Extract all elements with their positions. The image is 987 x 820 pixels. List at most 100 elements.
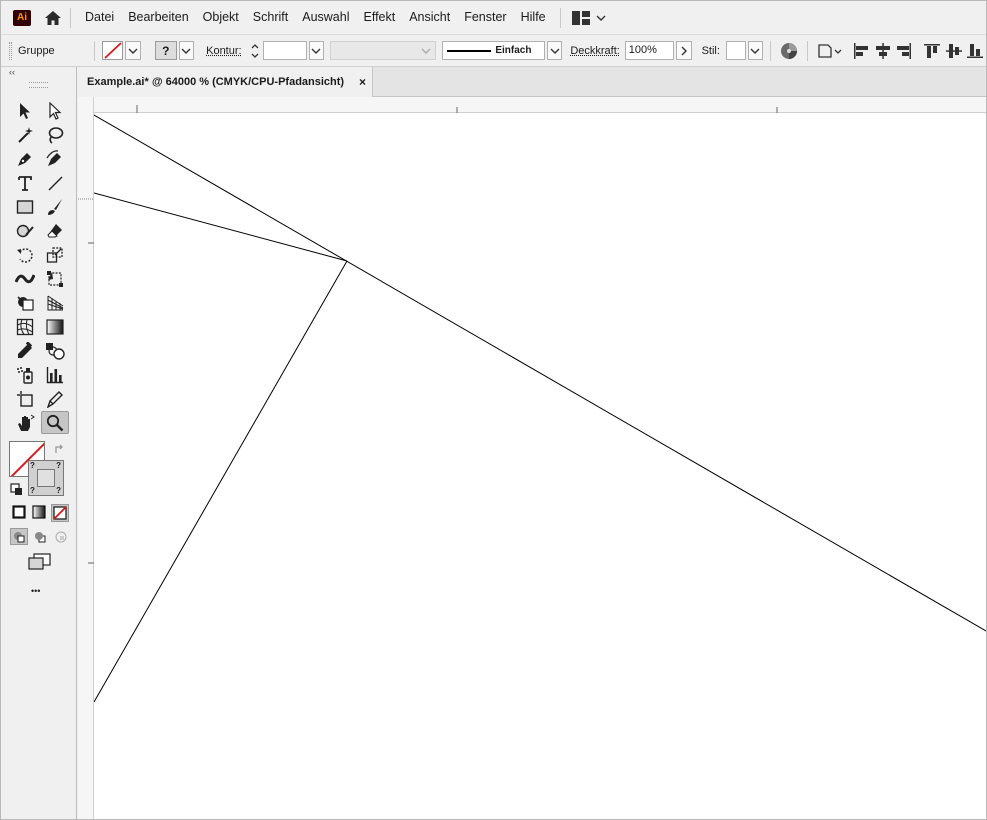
symbol-sprayer-tool-icon[interactable] (11, 363, 39, 386)
none-color-icon (104, 42, 122, 59)
menu-bearbeiten[interactable]: Bearbeiten (121, 1, 195, 34)
rotate-tool-icon[interactable] (11, 243, 39, 266)
fill-swatch[interactable] (101, 41, 124, 60)
illustrator-window: Ai Datei Bearbeiten Objekt Schrift Auswa… (0, 0, 987, 820)
align-top-icon[interactable] (921, 40, 943, 62)
menu-hilfe[interactable]: Hilfe (514, 1, 553, 34)
column-graph-tool-icon[interactable] (41, 363, 69, 386)
artboard-tool-icon[interactable] (11, 387, 39, 410)
selection-tool-icon[interactable] (11, 99, 39, 122)
paintbrush-tool-icon[interactable] (41, 195, 69, 218)
menu-datei[interactable]: Datei (78, 1, 121, 34)
rectangle-tool-icon[interactable] (11, 195, 39, 218)
path-segment[interactable] (94, 260, 348, 703)
opacity-label[interactable]: Deckkraft: (570, 45, 620, 57)
menu-schrift[interactable]: Schrift (246, 1, 295, 34)
draw-behind-icon[interactable] (31, 528, 49, 545)
pen-tool-icon[interactable] (11, 147, 39, 170)
menu-separator (70, 7, 71, 28)
draw-mode-row (10, 528, 70, 545)
brush-definition-label: Einfach (495, 45, 532, 56)
perspective-grid-tool-icon[interactable] (41, 291, 69, 314)
direct-selection-tool-icon[interactable] (41, 99, 69, 122)
document-tab[interactable]: Example.ai* @ 64000 % (CMYK/CPU-Pfadansi… (78, 67, 373, 97)
curvature-tool-icon[interactable] (41, 147, 69, 170)
tools-panel: ‹‹ ? ? ? ? ••• (1, 67, 77, 819)
opacity-flyout[interactable] (676, 41, 692, 60)
menu-auswahl[interactable]: Auswahl (295, 1, 356, 34)
magic-wand-tool-icon[interactable] (11, 123, 39, 146)
eraser-tool-icon[interactable] (41, 219, 69, 242)
workspace-layout-icon (571, 10, 590, 25)
draw-normal-icon[interactable] (10, 528, 28, 545)
align-left-icon[interactable] (850, 40, 872, 62)
fill-stroke-widget: ? ? ? ? (9, 441, 69, 501)
color-mode-button[interactable] (11, 504, 27, 520)
home-icon[interactable] (43, 9, 63, 27)
align-bottom-icon[interactable] (964, 40, 986, 62)
stroke-weight-dropdown[interactable] (308, 41, 325, 60)
stroke-weight-stepper[interactable] (247, 41, 263, 60)
vertical-ruler[interactable] (78, 97, 94, 819)
toolbox-grip[interactable] (29, 82, 48, 88)
draw-inside-icon[interactable] (52, 528, 70, 545)
menu-fenster[interactable]: Fenster (457, 1, 513, 34)
document-tab-title: Example.ai* @ 64000 % (CMYK/CPU-Pfadansi… (87, 76, 345, 88)
stroke-color-box[interactable]: ? ? ? ? (28, 460, 64, 496)
workspace-switcher[interactable] (571, 10, 606, 25)
align-horizontal-center-icon[interactable] (872, 40, 894, 62)
stroke-dropdown[interactable] (178, 41, 195, 60)
stroke-swatch[interactable]: ? (154, 41, 177, 60)
mesh-tool-icon[interactable] (11, 315, 39, 338)
edit-toolbar-button[interactable]: ••• (31, 586, 40, 596)
close-tab-icon[interactable]: × (359, 75, 366, 89)
shape-builder-tool-icon[interactable] (11, 291, 39, 314)
menu-objekt[interactable]: Objekt (196, 1, 246, 34)
fill-dropdown[interactable] (125, 41, 142, 60)
free-transform-tool-icon[interactable] (41, 267, 69, 290)
brush-definition[interactable]: Einfach (442, 41, 545, 60)
stroke-label[interactable]: Kontur: (206, 45, 241, 57)
document-tab-bar: Example.ai* @ 64000 % (CMYK/CPU-Pfadansi… (78, 67, 986, 97)
eyedropper-tool-icon[interactable] (11, 339, 39, 362)
gradient-tool-icon[interactable] (41, 315, 69, 338)
chevron-down-icon (311, 48, 321, 54)
gradient-mode-button[interactable] (31, 504, 47, 520)
menu-ansicht[interactable]: Ansicht (402, 1, 457, 34)
menu-effekt[interactable]: Effekt (356, 1, 402, 34)
graphic-style-dropdown[interactable] (747, 41, 764, 60)
brush-dropdown[interactable] (546, 41, 563, 60)
chevron-down-icon (596, 15, 606, 21)
slice-tool-icon[interactable] (41, 387, 69, 410)
recolor-artwork-icon[interactable] (778, 40, 800, 62)
line-segment-tool-icon[interactable] (41, 171, 69, 194)
align-vertical-center-icon[interactable] (943, 40, 965, 62)
default-fill-stroke-icon[interactable] (10, 483, 24, 497)
path-segment[interactable] (94, 192, 348, 262)
scale-tool-icon[interactable] (41, 243, 69, 266)
unknown-color-mark: ? (56, 486, 61, 495)
control-bar-grip[interactable] (9, 41, 12, 60)
graphic-style-swatch[interactable] (725, 41, 746, 60)
type-tool-icon[interactable] (11, 171, 39, 194)
hand-tool-icon[interactable] (11, 411, 39, 434)
chevron-right-icon (681, 46, 687, 55)
toolbox-collapse-button[interactable]: ‹‹ (1, 67, 76, 81)
swap-fill-stroke-icon[interactable] (53, 443, 67, 457)
shaper-tool-icon[interactable] (11, 219, 39, 242)
align-to-artboard-icon[interactable] (815, 40, 843, 62)
none-mode-button[interactable] (51, 504, 69, 522)
screen-mode-icon[interactable] (28, 553, 52, 571)
path-segment[interactable] (94, 114, 986, 632)
opacity-input[interactable]: 100% (624, 41, 674, 60)
horizontal-ruler[interactable] (94, 97, 986, 113)
artboard-canvas[interactable] (94, 113, 986, 819)
zoom-tool-icon[interactable] (41, 411, 69, 434)
chevron-down-icon (181, 48, 191, 54)
stroke-weight-input[interactable] (263, 41, 307, 60)
blend-tool-icon[interactable] (41, 339, 69, 362)
lasso-tool-icon[interactable] (41, 123, 69, 146)
width-tool-icon[interactable] (11, 267, 39, 290)
selection-type-label: Gruppe (17, 44, 55, 57)
align-right-icon[interactable] (894, 40, 916, 62)
